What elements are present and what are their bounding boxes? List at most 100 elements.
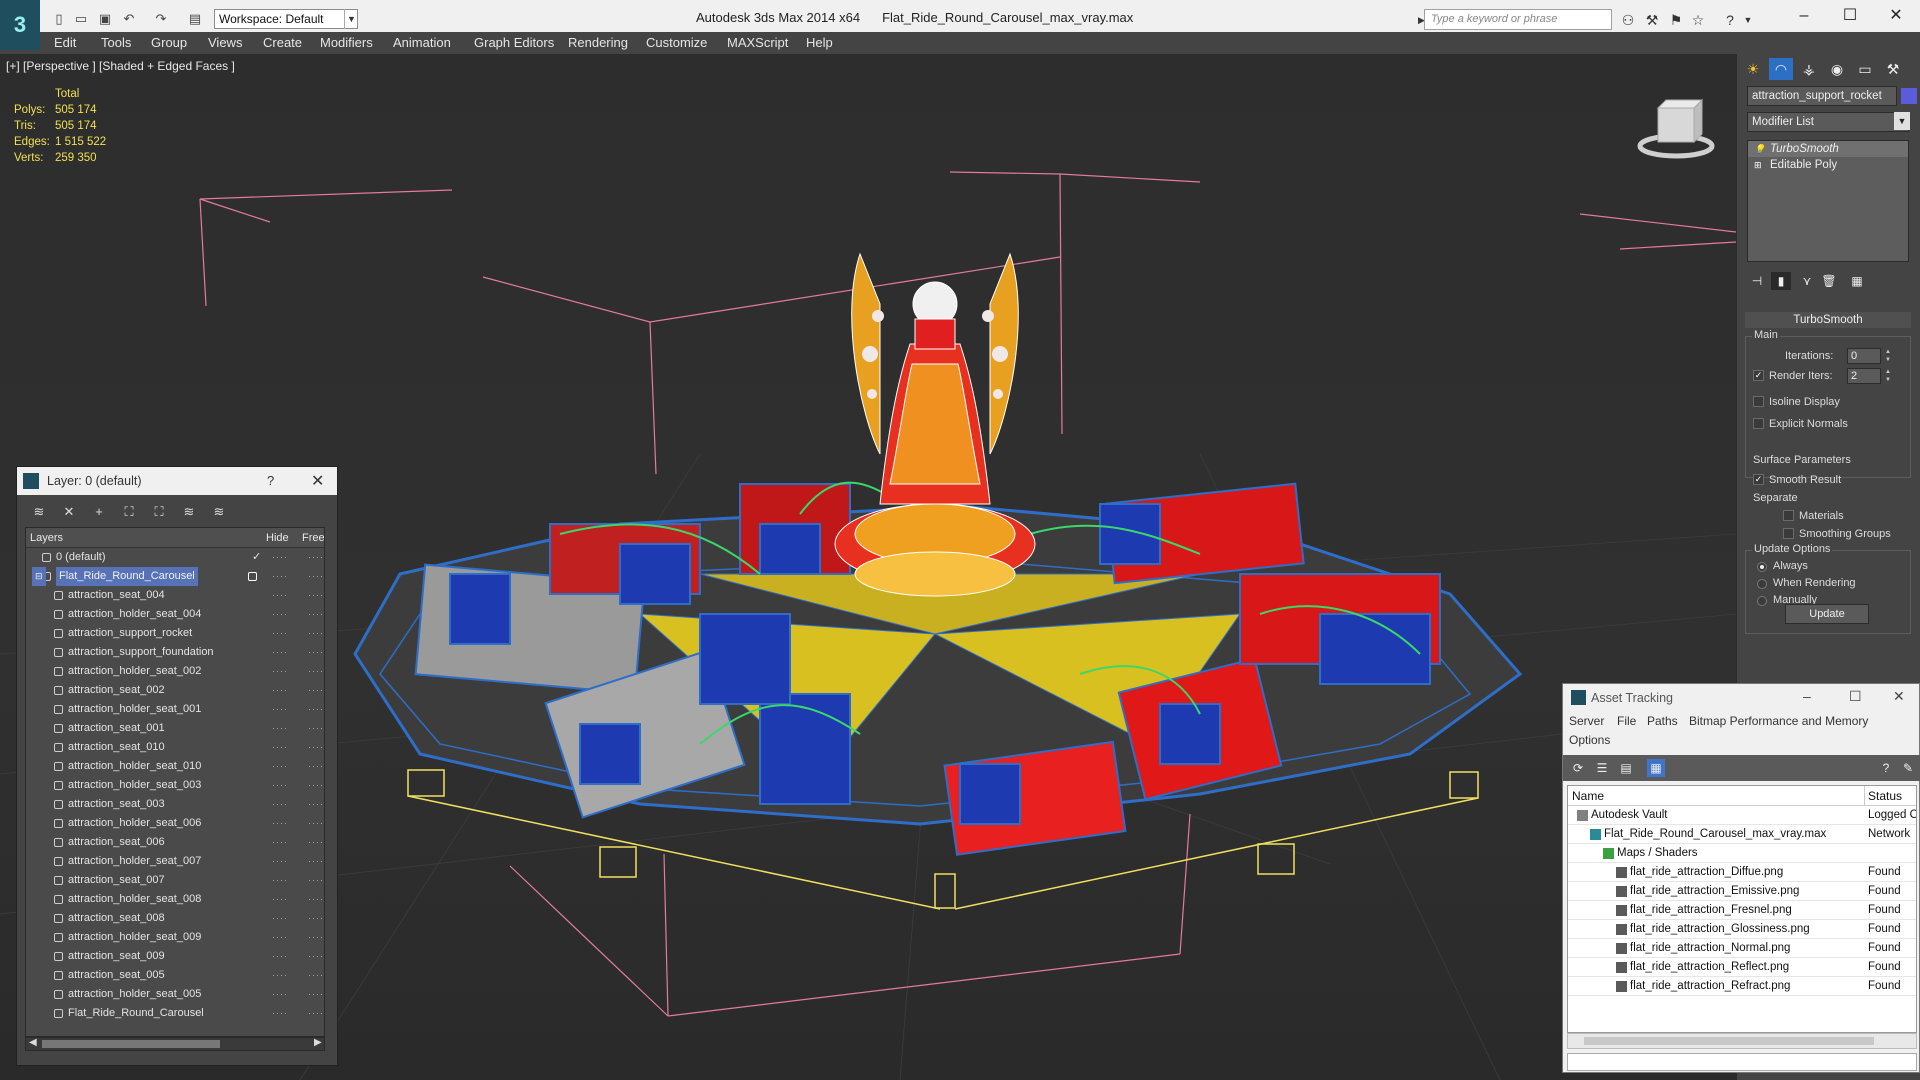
column-layers[interactable]: Layers [30,532,63,544]
binoculars-icon[interactable]: ⚇ [1618,10,1638,30]
configure-sets-icon[interactable]: ▦ [1847,272,1867,290]
freeze-toggle[interactable]: ···· [308,814,324,833]
iterations-spinner[interactable]: 0 [1847,348,1881,364]
turbosmooth-rollout-header[interactable]: TurboSmooth [1745,312,1911,328]
chevron-down-icon[interactable]: ▼ [344,9,358,29]
close-button[interactable]: ✕ [1876,4,1916,28]
asset-row[interactable]: flat_ride_attraction_Emissive.png Found [1568,882,1916,901]
menu-maxscript[interactable]: MAXScript [727,35,788,50]
menu-animation[interactable]: Animation [393,35,451,50]
highlight-selected-icon[interactable]: ⛶ [149,503,169,521]
freeze-toggle[interactable]: ···· [308,700,324,719]
lightbulb-icon[interactable]: 💡 [1754,144,1765,154]
hide-toggle[interactable]: ···· [272,795,288,814]
freeze-toggle[interactable]: ···· [308,966,324,985]
list-view-icon[interactable]: ☰ [1593,759,1611,777]
hide-toggle[interactable]: ···· [272,586,288,605]
freeze-toggle[interactable]: ···· [308,662,324,681]
maximize-button[interactable]: ☐ [1830,4,1870,28]
freeze-all-icon[interactable]: ≋ [209,503,229,521]
freeze-toggle[interactable]: ···· [308,624,324,643]
hide-toggle[interactable]: ···· [272,567,288,586]
help-icon[interactable]: ? [1720,10,1740,30]
chevron-down-icon[interactable]: ▼ [1894,112,1910,130]
menu-options[interactable]: Options [1569,733,1610,747]
add-layer-icon[interactable]: + [89,503,109,521]
select-objects-icon[interactable]: ⛶ [119,503,139,521]
freeze-toggle[interactable]: ···· [308,909,324,928]
render-iters-checkbox[interactable]: ✓ [1753,370,1764,381]
freeze-toggle[interactable]: ···· [308,719,324,738]
menu-customize[interactable]: Customize [646,35,707,50]
object-row[interactable]: attraction_support_foundation ···· ···· [26,643,324,662]
freeze-toggle[interactable]: ···· [308,871,324,890]
help-icon[interactable]: ? [1877,759,1895,777]
hide-toggle[interactable]: ···· [272,814,288,833]
column-hide[interactable]: Hide [266,532,289,544]
object-row[interactable]: attraction_seat_003 ···· ···· [26,795,324,814]
freeze-toggle[interactable]: ···· [308,757,324,776]
table-view-icon[interactable]: ▦ [1647,759,1665,777]
thumbnail-view-icon[interactable]: ▤ [1617,759,1635,777]
favorites-star-icon[interactable]: ☆ [1688,10,1708,30]
viewcube-icon[interactable] [1636,90,1716,160]
minimize-button[interactable]: – [1784,4,1824,28]
menu-tools[interactable]: Tools [101,35,131,50]
undo-icon[interactable]: ↶ [120,10,138,28]
hide-toggle[interactable]: ···· [272,909,288,928]
column-name[interactable]: Name [1572,789,1604,803]
hide-toggle[interactable]: ···· [272,947,288,966]
menu-modifiers[interactable]: Modifiers [320,35,373,50]
render-iters-spinner[interactable]: 2 [1847,368,1881,384]
freeze-toggle[interactable]: ···· [308,605,324,624]
materials-checkbox[interactable] [1783,510,1794,521]
menu-edit[interactable]: Edit [54,35,76,50]
freeze-toggle[interactable]: ···· [308,985,324,1004]
expand-plus-icon[interactable]: ⊞ [1754,160,1764,170]
asset-row[interactable]: flat_ride_attraction_Glossiness.png Found [1568,920,1916,939]
layer-row[interactable]: Flat_Ride_Round_Carousel ···· ···· ⊟ [26,567,324,586]
hide-toggle[interactable]: ···· [272,700,288,719]
hide-toggle[interactable]: ···· [272,548,288,567]
manually-radio[interactable] [1757,596,1767,606]
object-row[interactable]: attraction_holder_seat_005 ···· ···· [26,985,324,1004]
menu-views[interactable]: Views [208,35,242,50]
object-row[interactable]: attraction_seat_010 ···· ···· [26,738,324,757]
always-radio[interactable] [1757,562,1767,572]
object-row[interactable]: attraction_support_rocket ···· ···· [26,624,324,643]
maximize-button[interactable]: ☐ [1849,688,1862,705]
menu-rendering[interactable]: Rendering [568,35,628,50]
smoothing-groups-checkbox[interactable] [1783,528,1794,539]
asset-row[interactable]: flat_ride_attraction_Normal.png Found [1568,939,1916,958]
collapse-icon[interactable]: ⊟ [32,567,46,586]
freeze-toggle[interactable]: ···· [308,643,324,662]
isoline-display-checkbox[interactable] [1753,396,1764,407]
close-button[interactable]: ✕ [1893,688,1905,705]
object-row[interactable]: attraction_holder_seat_009 ···· ···· [26,928,324,947]
menu-group[interactable]: Group [151,35,187,50]
freeze-toggle[interactable]: ···· [308,928,324,947]
object-row[interactable]: attraction_holder_seat_002 ···· ···· [26,662,324,681]
hide-toggle[interactable]: ···· [272,890,288,909]
viewport-label[interactable]: [+] [Perspective ] [Shaded + Edged Faces… [6,59,235,73]
remove-modifier-icon[interactable]: 🗑 [1819,272,1839,290]
hide-toggle[interactable]: ···· [272,643,288,662]
hide-toggle[interactable]: ···· [272,852,288,871]
hide-toggle[interactable]: ···· [272,719,288,738]
hide-toggle[interactable]: ···· [272,738,288,757]
menu-file[interactable]: File [1617,714,1636,728]
new-file-icon[interactable]: ▯ [50,10,68,28]
freeze-toggle[interactable]: ···· [308,681,324,700]
layer-stack-icon[interactable]: ≋ [29,503,49,521]
hide-toggle[interactable]: ···· [272,662,288,681]
layer-row[interactable]: 0 (default) ···· ···· ✓ [26,548,324,567]
hide-toggle[interactable]: ···· [272,681,288,700]
modify-tab-icon[interactable]: ◠ [1769,58,1793,80]
menu-graph-editors[interactable]: Graph Editors [474,35,554,50]
scroll-left-icon[interactable]: ◀ [29,1037,37,1048]
open-file-icon[interactable]: ▭ [72,10,90,28]
object-row[interactable]: attraction_holder_seat_006 ···· ···· [26,814,324,833]
asset-row[interactable]: Maps / Shaders [1568,844,1916,863]
asset-row[interactable]: flat_ride_attraction_Refract.png Found [1568,977,1916,996]
save-file-icon[interactable]: ▣ [96,10,114,28]
